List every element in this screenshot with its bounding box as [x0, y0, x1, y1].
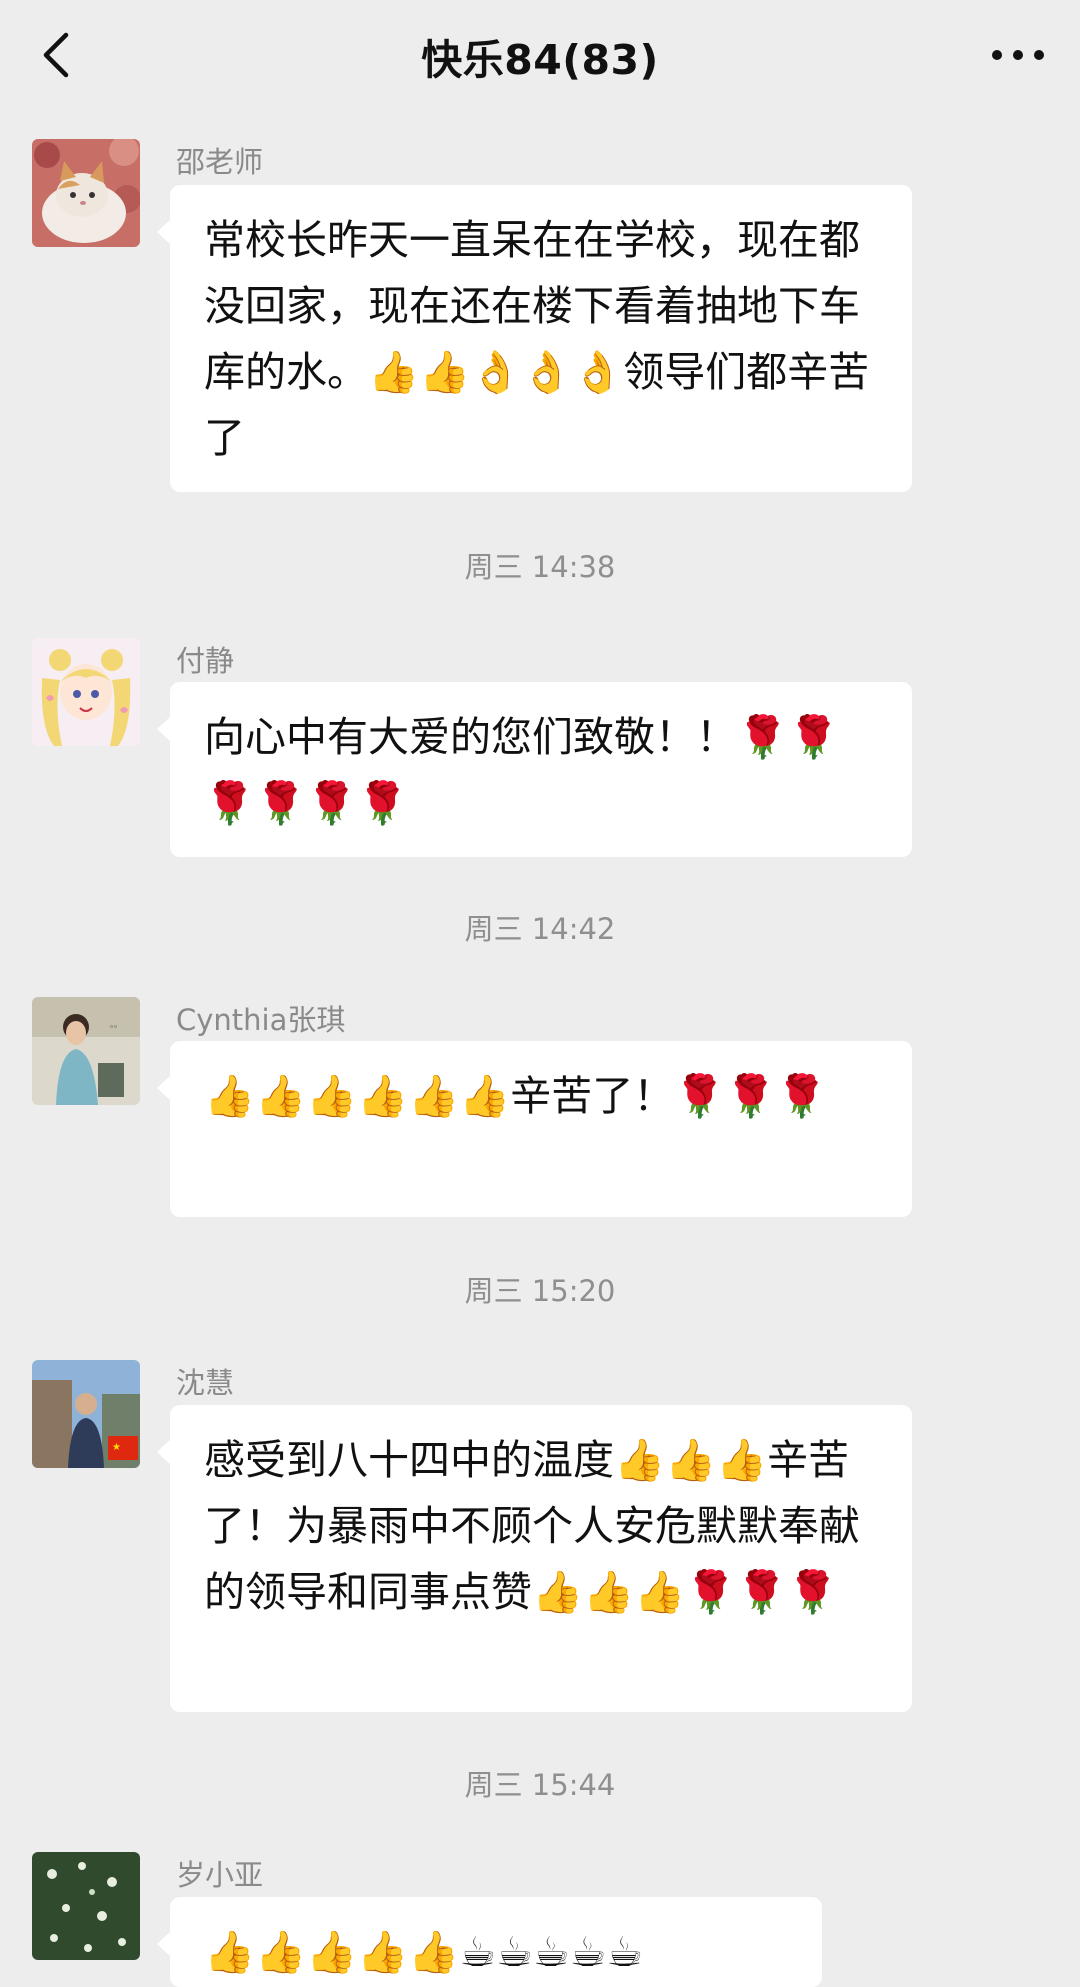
message-bubble[interactable]: 向心中有大爱的您们致敬！！🌹🌹🌹🌹🌹🌹: [157, 682, 912, 857]
portrait-avatar-image: 。。: [32, 997, 140, 1105]
sender-name: Cynthia张琪: [176, 1003, 346, 1037]
message-bubble[interactable]: 常校长昨天一直呆在在学校，现在都没回家，现在还在楼下看着抽地下车库的水。👍👍👌👌…: [157, 185, 912, 492]
sender-name: 岁小亚: [176, 1858, 264, 1892]
svg-text:。。: 。。: [110, 1020, 122, 1029]
more-options-button[interactable]: [978, 25, 1058, 85]
avatar[interactable]: ★: [32, 1360, 140, 1468]
timestamp: 周三 15:44: [464, 1768, 616, 1802]
person-avatar-image: ★: [32, 1360, 140, 1468]
plant-avatar-image: [32, 1852, 140, 1960]
message-bubble[interactable]: 👍👍👍👍👍☕☕☕☕☕: [157, 1897, 822, 1987]
message-bubble[interactable]: 👍👍👍👍👍👍辛苦了！🌹🌹🌹: [157, 1041, 912, 1217]
avatar[interactable]: [32, 1852, 140, 1960]
timestamp: 周三 15:20: [464, 1274, 616, 1308]
message-bubble[interactable]: 感受到八十四中的温度👍👍👍辛苦了！为暴雨中不顾个人安危默默奉献的领导和同事点赞👍…: [157, 1405, 912, 1712]
svg-text:★: ★: [112, 1442, 121, 1453]
timestamp: 周三 14:42: [464, 912, 616, 946]
chat-title: 快乐84(83): [421, 36, 659, 84]
sender-name: 邵老师: [176, 145, 264, 179]
timestamp: 周三 14:38: [464, 550, 616, 584]
avatar[interactable]: [32, 638, 140, 746]
sender-name: 付静: [176, 644, 235, 678]
chat-header: 快乐84(83): [0, 0, 1080, 110]
cat-avatar-image: [32, 139, 140, 247]
anime-avatar-image: [32, 638, 140, 746]
avatar[interactable]: 。。: [32, 997, 140, 1105]
more-horizontal-icon: [992, 50, 1044, 60]
avatar[interactable]: [32, 139, 140, 247]
sender-name: 沈慧: [176, 1366, 235, 1400]
